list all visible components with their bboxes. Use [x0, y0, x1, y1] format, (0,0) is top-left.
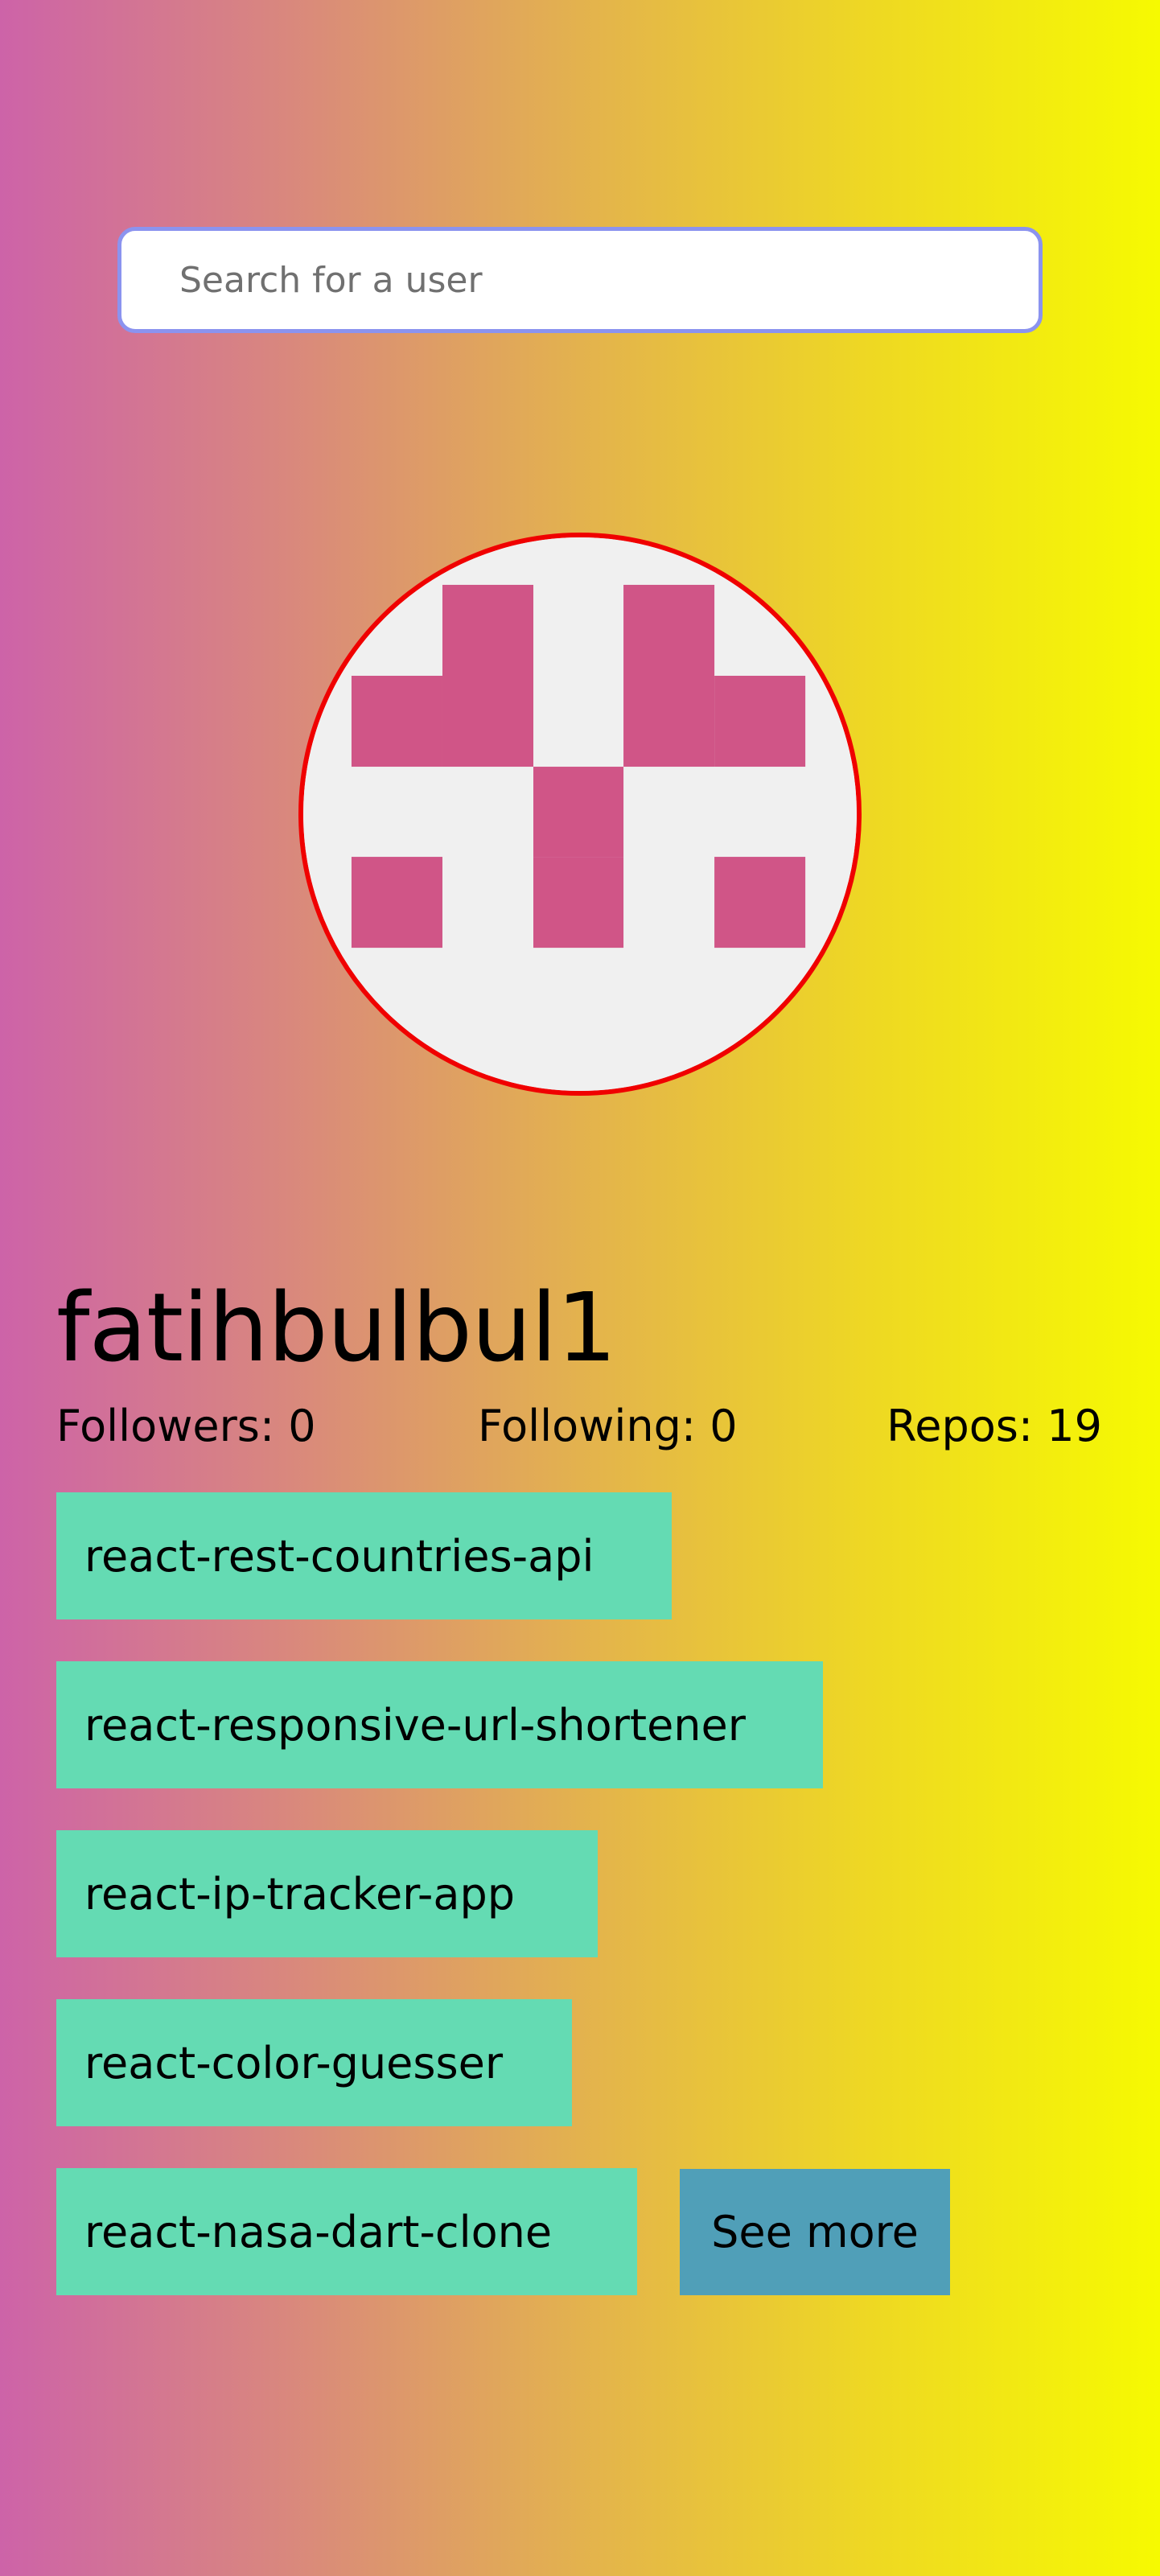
repos-count: Repos: 19 — [886, 1401, 1102, 1451]
identicon-image — [303, 537, 857, 1091]
repo-button[interactable]: react-ip-tracker-app — [56, 1830, 598, 1957]
repo-button[interactable]: react-nasa-dart-clone — [56, 2168, 637, 2295]
following-count: Following: 0 — [478, 1401, 738, 1451]
search-input[interactable] — [117, 227, 1043, 333]
repo-button[interactable]: react-color-guesser — [56, 1999, 572, 2126]
see-more-button[interactable]: See more — [680, 2169, 950, 2295]
avatar — [298, 533, 862, 1096]
repo-button[interactable]: react-responsive-url-shortener — [56, 1661, 823, 1788]
repo-button[interactable]: react-rest-countries-api — [56, 1492, 672, 1619]
username: fatihbulbul1 — [56, 1272, 617, 1383]
followers-count: Followers: 0 — [56, 1401, 316, 1451]
profile-stats: Followers: 0 Following: 0 Repos: 19 — [56, 1398, 1102, 1455]
search-bar — [117, 227, 1043, 333]
